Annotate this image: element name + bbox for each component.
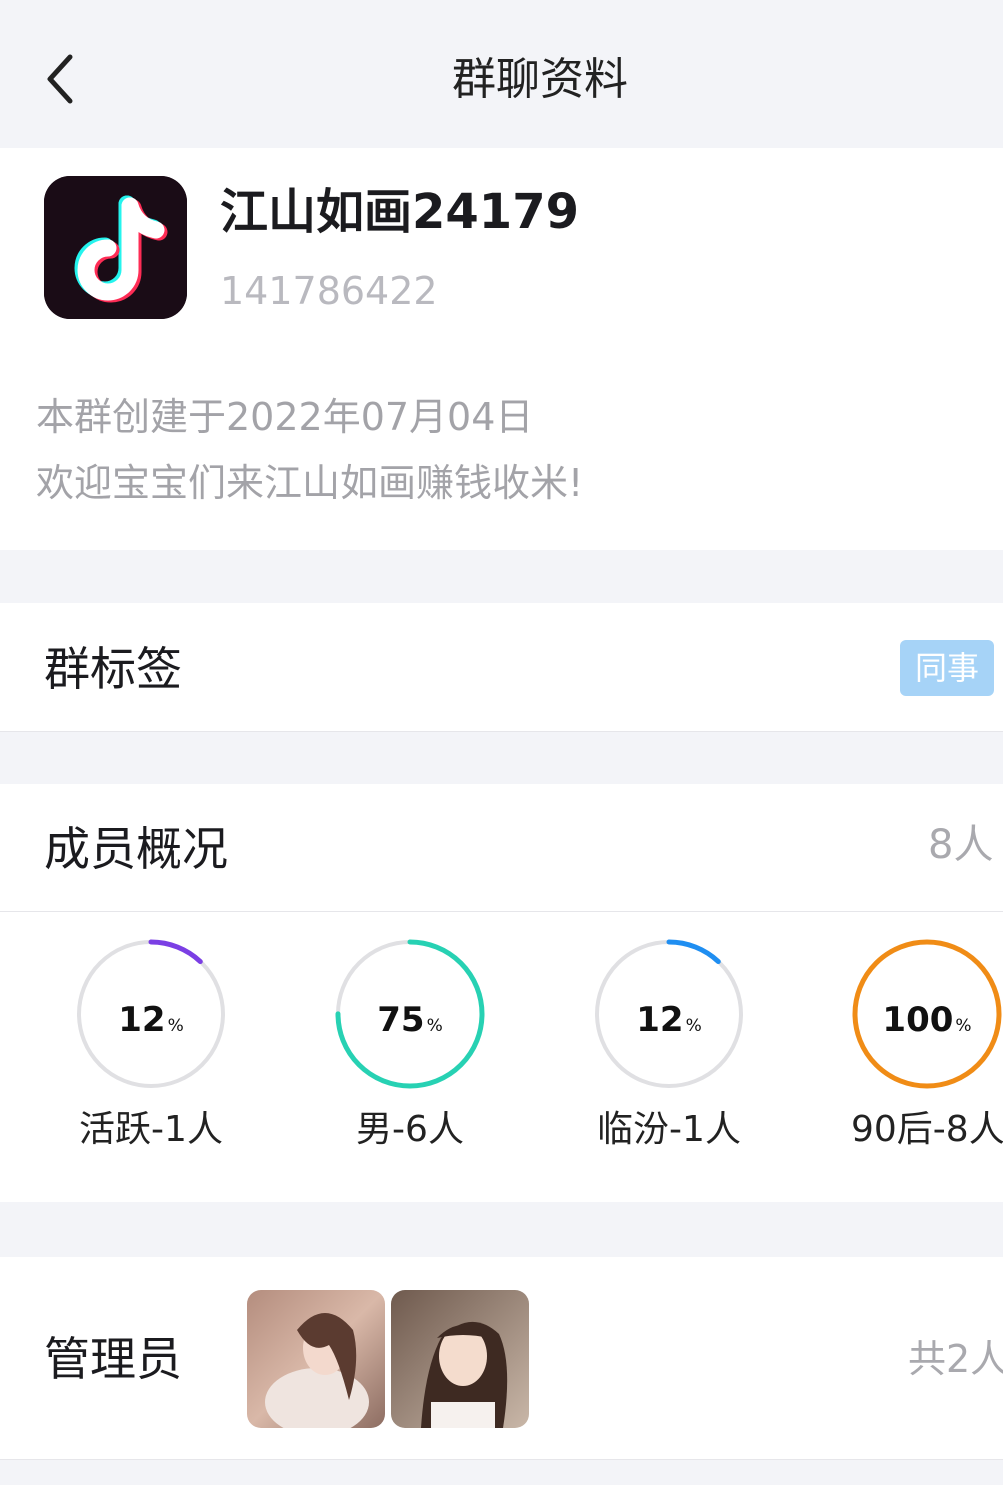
group-avatar[interactable] xyxy=(44,176,187,319)
stat-percent: 12% xyxy=(118,1000,184,1040)
tiktok-logo-icon xyxy=(44,176,187,319)
tag-badge[interactable]: 同事 xyxy=(900,640,994,696)
admin-avatar[interactable] xyxy=(391,1290,529,1428)
stat-label: 临汾-1人 xyxy=(597,1109,741,1150)
member-overview-label: 成员概况 xyxy=(44,822,228,876)
stat-label: 90后-8人 xyxy=(851,1109,1003,1150)
page-title: 群聊资料 xyxy=(452,54,628,105)
member-count[interactable]: 8人 xyxy=(928,818,993,872)
admins-label: 管理员 xyxy=(44,1332,182,1386)
stat-percent: 100% xyxy=(882,1000,972,1040)
divider xyxy=(0,911,1003,912)
group-name: 江山如画24179 xyxy=(220,184,579,240)
stat-percent: 12% xyxy=(636,1000,702,1040)
group-description: 欢迎宝宝们来江山如画赚钱收米! xyxy=(36,461,584,505)
group-tag-label: 群标签 xyxy=(44,642,182,696)
admin-count: 共2人 xyxy=(908,1337,1003,1381)
stat-label: 男-6人 xyxy=(356,1109,464,1150)
admin-avatar[interactable] xyxy=(247,1290,385,1428)
group-id: 141786422 xyxy=(220,269,438,313)
group-created-date: 本群创建于2022年07月04日 xyxy=(36,395,534,439)
stat-label: 活跃-1人 xyxy=(79,1109,223,1150)
stat-percent: 75% xyxy=(377,1000,443,1040)
